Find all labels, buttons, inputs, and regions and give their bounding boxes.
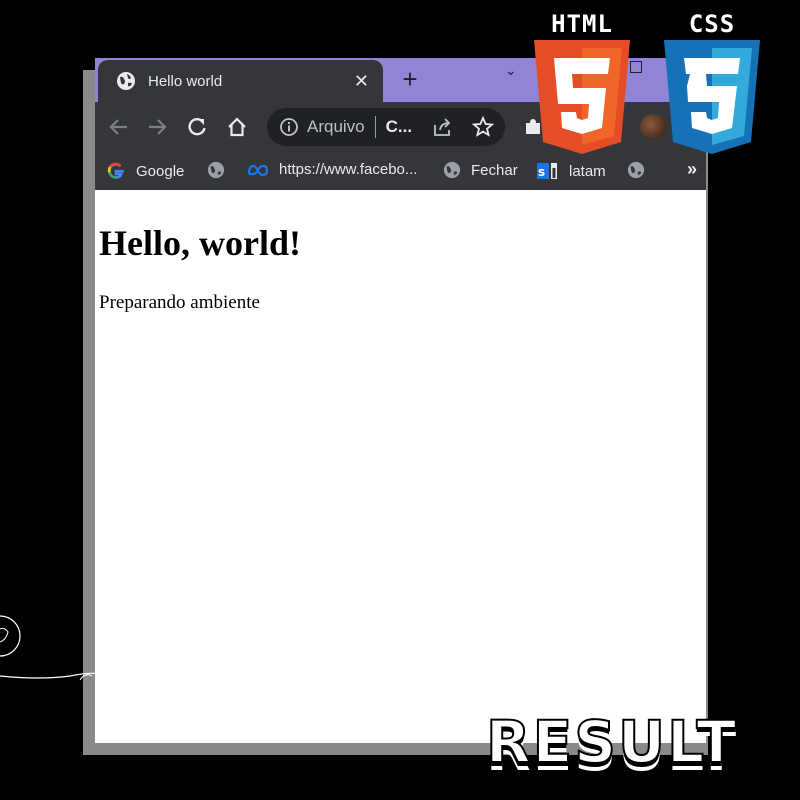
home-icon <box>228 117 246 137</box>
omnibox-divider <box>374 116 376 138</box>
sfi-icon: s <box>537 163 557 179</box>
html5-shield-icon <box>534 40 630 154</box>
globe-icon <box>627 161 645 179</box>
css3-shield-icon <box>664 40 760 154</box>
info-icon[interactable] <box>279 117 299 137</box>
page-paragraph: Preparando ambiente <box>99 292 260 313</box>
bookmark-label: latam <box>569 162 606 180</box>
css3-label: CSS <box>688 10 736 38</box>
share-icon[interactable] <box>432 117 454 137</box>
new-tab-button[interactable]: + <box>395 64 425 94</box>
tab-search-icon[interactable]: ⌄ <box>505 62 517 79</box>
bookmark-facebook[interactable]: https://www.facebo... <box>247 161 417 178</box>
bookmark-google[interactable]: Google <box>106 161 184 181</box>
google-icon <box>107 162 124 179</box>
url-text: C... <box>385 117 413 136</box>
bookmark-label: https://www.facebo... <box>279 161 418 178</box>
bookmarks-overflow-button[interactable]: » <box>687 159 697 180</box>
address-bar[interactable]: Arquivo C... <box>267 108 505 146</box>
bookmark-globe-1[interactable] <box>207 161 225 179</box>
tab-hello-world[interactable]: Hello world ✕ <box>98 60 383 102</box>
css3-badge: CSS <box>660 10 764 161</box>
page-content: Hello, world! Preparando ambiente <box>95 222 706 314</box>
globe-icon <box>117 72 135 90</box>
html5-label: HTML <box>551 10 613 38</box>
bookmark-label: Fechar <box>471 161 518 179</box>
forward-button[interactable] <box>143 113 171 141</box>
home-button[interactable] <box>223 113 251 141</box>
result-label: RESULT <box>485 707 739 777</box>
bookmark-globe-2[interactable] <box>627 161 645 179</box>
meta-icon <box>247 164 269 176</box>
html5-badge: HTML <box>530 10 634 161</box>
globe-icon <box>443 161 461 179</box>
page-heading: Hello, world! <box>99 223 301 263</box>
tab-title: Hello world <box>148 72 223 90</box>
svg-text:s: s <box>538 165 545 179</box>
bookmark-latam[interactable]: s latam <box>537 161 606 181</box>
reload-icon <box>188 117 206 136</box>
arrow-right-icon <box>149 119 167 135</box>
security-label: Arquivo <box>307 117 365 136</box>
canvas: Hello world ✕ + ⌄ Arquivo C... Google ht… <box>0 0 800 800</box>
globe-icon <box>207 161 225 179</box>
bookmark-label: Google <box>136 162 185 180</box>
star-icon[interactable] <box>472 116 494 138</box>
bookmark-fechar[interactable]: Fechar <box>443 161 518 179</box>
close-tab-icon[interactable]: ✕ <box>354 71 369 92</box>
doodle-sketch <box>0 615 119 681</box>
reload-button[interactable] <box>183 113 211 141</box>
back-button[interactable] <box>105 113 133 141</box>
arrow-left-icon <box>109 119 127 135</box>
